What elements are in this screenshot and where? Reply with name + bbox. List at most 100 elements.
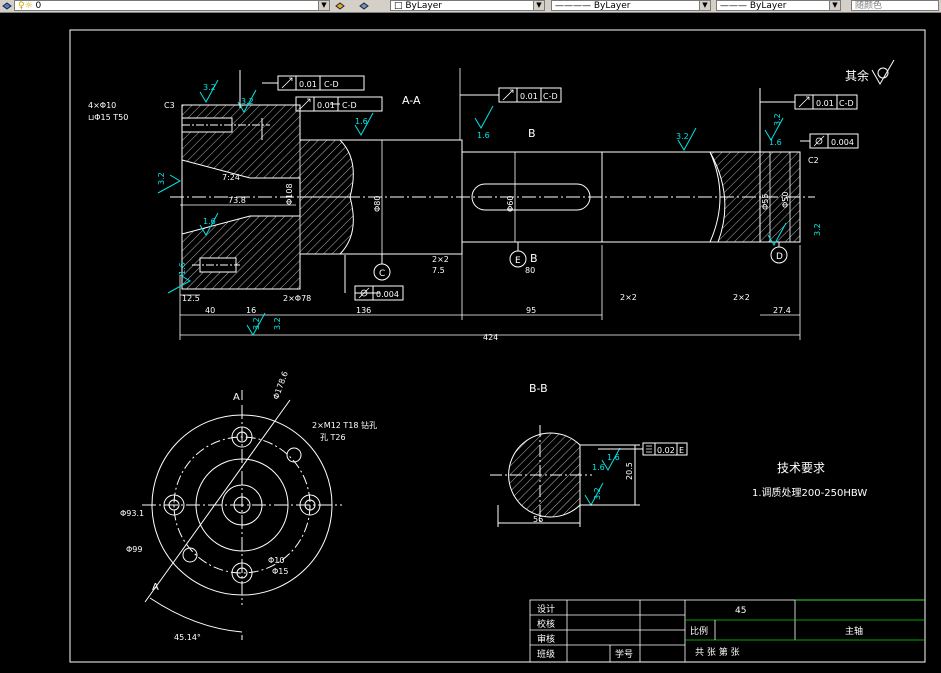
fcf6-value: 0.004 [376,290,399,299]
dim-phi108: Φ108 [285,183,294,205]
layer-value: 0 [35,1,42,11]
dim-80-len: 80 [525,266,535,275]
dim-16: 16 [246,306,256,315]
fcf5-value: 0.004 [831,138,854,147]
layer-dropdown[interactable]: ♀☼ 0 ▼ [14,0,330,11]
layer-state-icons: ♀☼ [18,1,33,11]
dim-40: 40 [205,306,215,315]
qiyu-label: 其余 [845,68,869,83]
color-dropdown[interactable]: □ ByLayer ▼ [390,0,545,11]
fcf2-ref: C-D [342,101,357,110]
dim-2x2-b: 2×2 [620,293,637,302]
chevron-down-icon: ▼ [829,1,840,10]
tb-material: 45 [735,606,746,616]
chamfer-c3-label: C3 [164,101,175,110]
tb-class: 班级 [537,648,555,660]
tb-check: 校核 [537,618,555,630]
rough-3-2-c: 3.2 [676,132,689,141]
tb-scale: 比例 [690,625,708,637]
m12-label-2: 孔 T26 [320,433,346,442]
dim-136: 136 [356,306,371,315]
fcf1-ref: C-D [324,80,339,89]
fcf-symbols [281,77,825,453]
section-mark-b-top: B [528,127,536,140]
rough-1-6-f: 1.6 [607,453,620,462]
holes-label: 4×Φ10 [88,101,116,110]
dim-phi60: Φ60 [506,196,515,212]
dim-phi80: Φ80 [373,196,382,212]
dim-phi10: Φ10 [268,556,284,565]
dim-phi93-1: Φ93.1 [120,509,144,518]
layer-previous-icon[interactable] [359,1,369,10]
fcf4-value: 0.01 [816,99,834,108]
rough-1-6-c: 1.6 [769,138,782,147]
tb-part-name: 主轴 [845,625,863,637]
dim-56: 56 [533,515,543,524]
dim-2xphi78: 2×Φ78 [283,294,311,303]
taper-label: 7:24 [222,173,240,182]
layers-icon[interactable] [2,1,12,10]
chevron-down-icon: ▼ [533,1,544,10]
fcf3-value: 0.01 [520,92,538,101]
rough-3-2-h: 3.2 [773,113,782,126]
dim-phi55: Φ55 [761,194,770,210]
dim-20-5: 20.5 [625,462,634,480]
counterbore-label: ⊔Φ15 T50 [88,113,128,122]
rough-1-6-d: 1.6 [203,217,216,226]
dim-12-5: 12.5 [182,294,200,303]
datum-d: D [776,252,783,262]
tb-sheets: 共 张 第 张 [695,646,740,658]
chevron-down-icon: ▼ [318,1,329,10]
rough-3-2-g: 3.2 [813,223,822,236]
dim-phi15: Φ15 [272,567,288,576]
lineweight-sample-icon: ——— [720,1,750,11]
bb-section-view [490,425,640,527]
flange-section-lower [181,196,354,290]
lineweight-value: ByLayer [749,1,787,11]
fcf7-value: 0.02 [657,446,675,455]
properties-toolbar: ♀☼ 0 ▼ □ ByLayer ▼ ———— ByLayer ▼ ——— By… [0,0,941,13]
fcf3-ref: C-D [543,92,558,101]
fcf4-ref: C-D [839,99,854,108]
tb-student-no: 学号 [615,648,633,660]
color-swatch-icon: □ [394,1,406,11]
tb-design: 设计 [537,603,555,615]
rough-3-2-i: 3.2 [593,487,602,500]
fcf2-value: 0.01 [317,101,335,110]
drawing-canvas[interactable]: 4×Φ10 ⊔Φ15 T50 C3 C2 7:24 73.8 Φ108 Φ80 … [0,13,941,673]
chevron-down-icon: ▼ [699,1,710,10]
section-mark-b-bottom: B [530,252,538,265]
rough-3-2-e: 3.2 [252,317,261,330]
fcf1-value: 0.01 [299,80,317,89]
rough-3-2-d: 3.2 [157,172,166,185]
dim-27-4: 27.4 [773,306,791,315]
dim-phi178-6: Φ178.6 [271,370,289,401]
linetype-dropdown[interactable]: ———— ByLayer ▼ [551,0,711,11]
plotstyle-value: 随颜色 [855,1,883,11]
main-shaft-view [170,104,815,290]
plotstyle-dropdown[interactable]: 随颜色 [851,0,939,11]
dim-phi99: Φ99 [126,545,142,554]
section-bb-label: B-B [529,382,548,395]
rough-3-2-f: 3.2 [273,317,282,330]
dim-73-8: 73.8 [228,196,246,205]
fcf7-ref: E [679,446,684,455]
rough-3-2-b: 3.2 [241,97,254,106]
lineweight-dropdown[interactable]: ——— ByLayer ▼ [716,0,841,11]
section-aa-label: A-A [402,94,421,107]
section-mark-a-top: A [233,392,240,403]
linetype-value: ByLayer [593,1,631,11]
make-current-layer-icon[interactable] [335,1,345,10]
flange-end-texts: A A Φ178.6 2×M12 T18 钻孔 孔 T26 Φ93.1 Φ99 … [120,370,377,642]
chamfer-c2-label: C2 [808,156,819,165]
fcf-texts: 0.01 C-D 0.01 C-D 0.01 C-D 0.01 C-D 0.00… [299,80,854,455]
roughness-symbol-icon [871,59,895,85]
title-block-texts: 设计 校核 审核 班级 学号 45 比例 主轴 共 张 第 张 [537,603,863,660]
rough-1-6-e: 1.6 [178,262,187,275]
tech-requirement-1: 1.调质处理200-250HBW [752,487,867,499]
rough-3-2-a: 3.2 [203,83,216,92]
datum-e: E [515,256,521,266]
tb-review: 审核 [537,633,555,645]
dim-2x2-a: 2×2 [432,255,449,264]
rough-1-6-g: 1.6 [592,463,605,472]
